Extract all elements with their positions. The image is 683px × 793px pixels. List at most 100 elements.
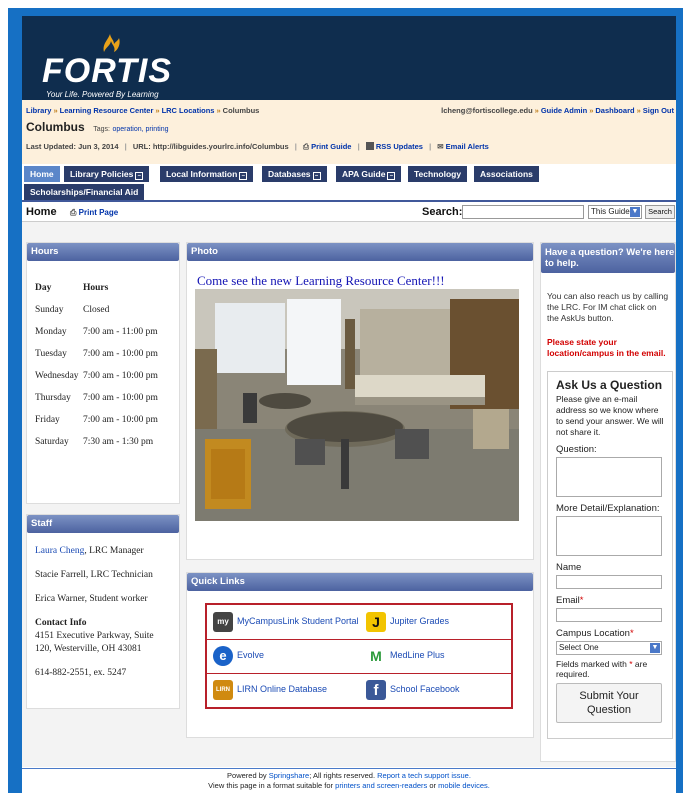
tab-associations[interactable]: Associations bbox=[474, 166, 539, 182]
help-heading: Have a question? We're here to help. bbox=[541, 243, 675, 273]
search-scope-value: This Guide bbox=[591, 207, 630, 216]
tab-dropdown-icon[interactable]: – bbox=[239, 172, 248, 180]
quick-link[interactable]: my MyCampusLink Student Portal bbox=[207, 605, 360, 639]
jupiter-grades-icon: J bbox=[366, 612, 386, 632]
campus-select-value: Select One bbox=[559, 643, 599, 652]
tab-apa-guide[interactable]: APA Guide – bbox=[336, 166, 402, 182]
guide-tags[interactable]: operation, printing bbox=[112, 126, 168, 133]
email-field[interactable] bbox=[556, 608, 662, 622]
user-email: lcheng@fortiscollege.edu bbox=[441, 106, 533, 115]
tab-dropdown-icon[interactable]: – bbox=[312, 172, 321, 180]
email-alerts-link[interactable]: Email Alerts bbox=[446, 142, 489, 151]
quick-links-grid: my MyCampusLink Student Portal J Jupiter… bbox=[205, 603, 513, 709]
springshare-link[interactable]: Springshare bbox=[269, 771, 309, 780]
quick-link-label: Evolve bbox=[237, 650, 265, 660]
lrc-photo bbox=[195, 289, 519, 521]
tab-local-information[interactable]: Local Information – bbox=[160, 166, 254, 182]
hours-heading: Hours bbox=[27, 243, 179, 261]
quick-link[interactable]: LIRN LIRN Online Database bbox=[207, 673, 360, 707]
staff-member: Laura Cheng, LRC Manager bbox=[35, 545, 154, 558]
search-input[interactable] bbox=[462, 205, 584, 219]
quick-link[interactable]: M MedLine Plus bbox=[360, 639, 513, 673]
printer-icon: ⎙ bbox=[302, 142, 309, 151]
email-label: Email bbox=[556, 595, 580, 606]
hours-day: Sunday bbox=[35, 305, 64, 315]
photo-caption: Come see the new Learning Resource Cente… bbox=[197, 273, 445, 288]
search-button[interactable]: Search bbox=[645, 205, 675, 219]
staff-box: Staff Laura Cheng, LRC Manager Stacie Fa… bbox=[26, 514, 180, 709]
report-issue-link[interactable]: Report a tech support issue. bbox=[377, 771, 471, 780]
breadcrumb-separator: » bbox=[155, 106, 160, 115]
staff-name: Stacie Farrell bbox=[35, 570, 86, 580]
guide-title-row: Columbus Tags: operation, printing bbox=[26, 120, 168, 134]
url-label: URL: bbox=[132, 142, 151, 151]
tab-technology[interactable]: Technology bbox=[408, 166, 468, 182]
submit-question-button[interactable]: Submit Your Question bbox=[556, 683, 662, 723]
printers-link[interactable]: printers and screen-readers bbox=[335, 781, 427, 790]
guide-admin-link[interactable]: Guide Admin bbox=[541, 106, 587, 115]
dashboard-link[interactable]: Dashboard bbox=[595, 106, 634, 115]
chevron-down-icon[interactable]: ▼ bbox=[630, 207, 640, 217]
tab-databases[interactable]: Databases – bbox=[262, 166, 327, 182]
chevron-down-icon[interactable]: ▼ bbox=[650, 643, 660, 653]
user-nav-separator: » bbox=[589, 106, 594, 115]
quick-link[interactable]: f School Facebook bbox=[360, 673, 513, 707]
staff-member: Stacie Farrell, LRC Technician bbox=[35, 569, 154, 582]
tab-home[interactable]: Home bbox=[24, 166, 60, 182]
staff-name: Erica Warner bbox=[35, 594, 85, 604]
tab-scholarships[interactable]: Scholarships/Financial Aid bbox=[24, 184, 145, 200]
breadcrumb: Library» Learning Resource Center» LRC Loc… bbox=[26, 106, 259, 115]
rss-updates-link[interactable]: RSS Updates bbox=[376, 142, 423, 151]
name-field[interactable] bbox=[556, 575, 662, 589]
mycampuslink-icon: my bbox=[213, 612, 233, 632]
rss-icon bbox=[365, 142, 374, 150]
required-note-prefix: Fields marked with bbox=[556, 659, 627, 669]
print-guide-link[interactable]: Print Guide bbox=[311, 142, 351, 151]
content-area: Hours Day Hours Sunday Closed Monday 7:00 a… bbox=[22, 222, 676, 767]
staff-member: Erica Warner, Student worker bbox=[35, 593, 154, 606]
hours-time: 7:00 am - 10:00 pm bbox=[83, 393, 158, 403]
tab-library-policies[interactable]: Library Policies – bbox=[64, 166, 150, 182]
hours-day: Friday bbox=[35, 415, 60, 425]
breadcrumb-bar: Library» Learning Resource Center» LRC Loc… bbox=[22, 100, 676, 164]
quick-link[interactable]: J Jupiter Grades bbox=[360, 605, 513, 639]
tab-dropdown-icon[interactable]: – bbox=[387, 172, 396, 180]
hours-day: Tuesday bbox=[35, 349, 67, 359]
name-label: Name bbox=[556, 562, 582, 573]
detail-label: More Detail/Explanation: bbox=[556, 503, 660, 514]
required-note: Fields marked with * are required. bbox=[556, 659, 664, 679]
tab-dropdown-icon[interactable]: – bbox=[135, 172, 144, 180]
question-label: Question: bbox=[556, 444, 597, 455]
staff-name-link[interactable]: Laura Cheng bbox=[35, 546, 84, 556]
campus-select[interactable]: Select One ▼ bbox=[556, 641, 662, 655]
hours-time: 7:00 am - 10:00 pm bbox=[83, 349, 158, 359]
quick-link[interactable]: e Evolve bbox=[207, 639, 360, 673]
guide-url: http://libguides.yourlrc.info/Columbus bbox=[152, 142, 289, 151]
contact-address-line2: 120, Westerville, OH 43081 bbox=[35, 644, 142, 654]
page-title: Home bbox=[26, 206, 57, 218]
hours-time: 7:30 am - 1:30 pm bbox=[83, 437, 154, 447]
breadcrumb-separator: » bbox=[216, 106, 221, 115]
mobile-link[interactable]: mobile devices. bbox=[438, 781, 490, 790]
staff-role: , Student worker bbox=[84, 594, 148, 604]
help-intro: You can also reach us by calling the LRC… bbox=[547, 291, 669, 323]
photo-box: Photo Come see the new Learning Resource… bbox=[186, 242, 534, 560]
print-page-label: Print Page bbox=[78, 208, 119, 217]
hours-col-hours: Hours bbox=[83, 283, 109, 293]
tab-label: Local Information bbox=[166, 169, 238, 179]
print-page-link[interactable]: ⎙ Print Page bbox=[70, 208, 118, 218]
question-field[interactable] bbox=[556, 457, 662, 497]
breadcrumb-lrc[interactable]: Learning Resource Center bbox=[60, 106, 154, 115]
medline-plus-icon: M bbox=[366, 646, 386, 666]
quick-links-heading: Quick Links bbox=[187, 573, 533, 591]
sign-out-link[interactable]: Sign Out bbox=[643, 106, 674, 115]
evolve-icon: e bbox=[213, 646, 233, 666]
search-scope-select[interactable]: This Guide ▼ bbox=[588, 205, 642, 219]
guide-meta: Last Updated: Jun 3, 2014 | URL: http://… bbox=[26, 142, 489, 152]
detail-field[interactable] bbox=[556, 516, 662, 556]
hours-header-row: Day Hours bbox=[35, 283, 158, 305]
hours-time: 7:00 am - 11:00 pm bbox=[83, 327, 158, 337]
breadcrumb-lrc-locations[interactable]: LRC Locations bbox=[162, 106, 215, 115]
breadcrumb-library[interactable]: Library bbox=[26, 106, 51, 115]
quick-link-label: LIRN Online Database bbox=[237, 684, 328, 694]
